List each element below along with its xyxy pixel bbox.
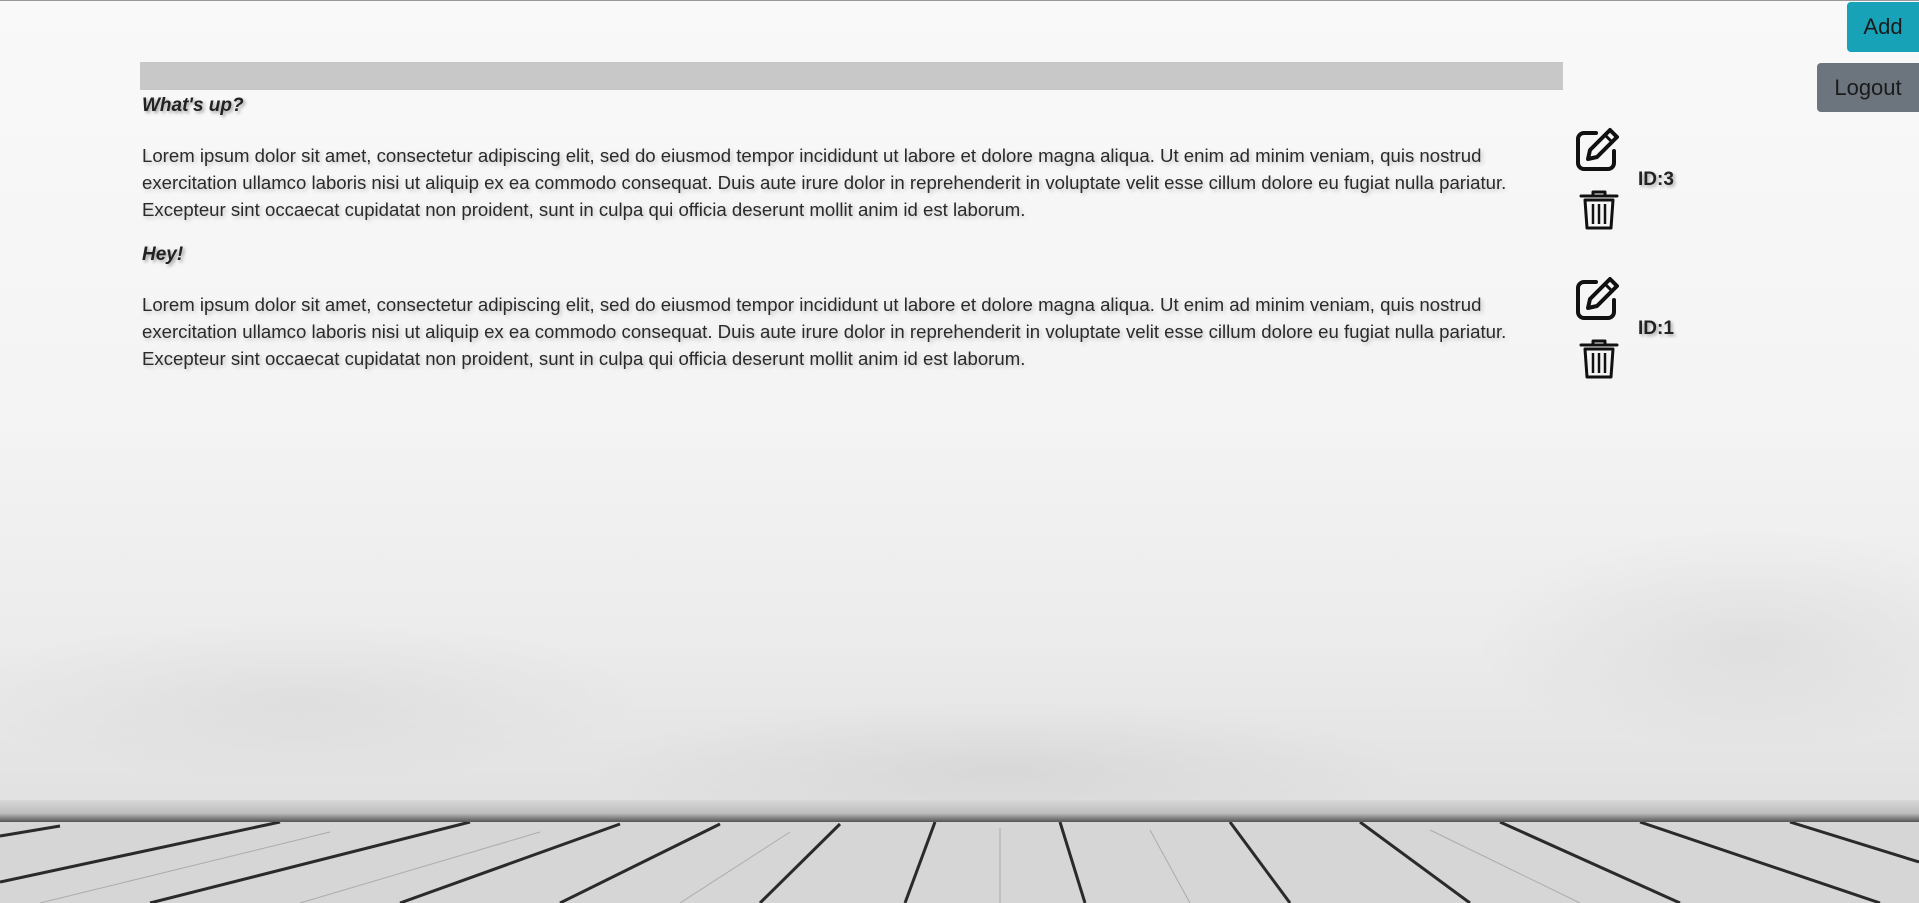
edit-icon[interactable] [1574,276,1620,322]
post-body: Lorem ipsum dolor sit amet, consectetur … [142,294,1507,369]
wall-baseboard [0,800,1919,822]
post-title: Hey! [142,244,184,265]
edit-icon[interactable] [1574,127,1620,173]
wooden-floor-background [0,822,1919,903]
post-title: What's up? [142,95,244,116]
header-bar [140,62,1563,90]
post-item: Hey! Lorem ipsum dolor sit amet, consect… [142,243,1522,372]
trash-icon[interactable] [1577,337,1621,381]
post-id-label: ID:3 [1638,169,1674,190]
logout-button[interactable]: Logout [1817,63,1919,112]
trash-icon[interactable] [1577,188,1621,232]
post-item: What's up? Lorem ipsum dolor sit amet, c… [142,94,1522,223]
post-id-label: ID:1 [1638,318,1674,339]
post-body: Lorem ipsum dolor sit amet, consectetur … [142,145,1507,220]
add-button[interactable]: Add [1847,2,1919,52]
